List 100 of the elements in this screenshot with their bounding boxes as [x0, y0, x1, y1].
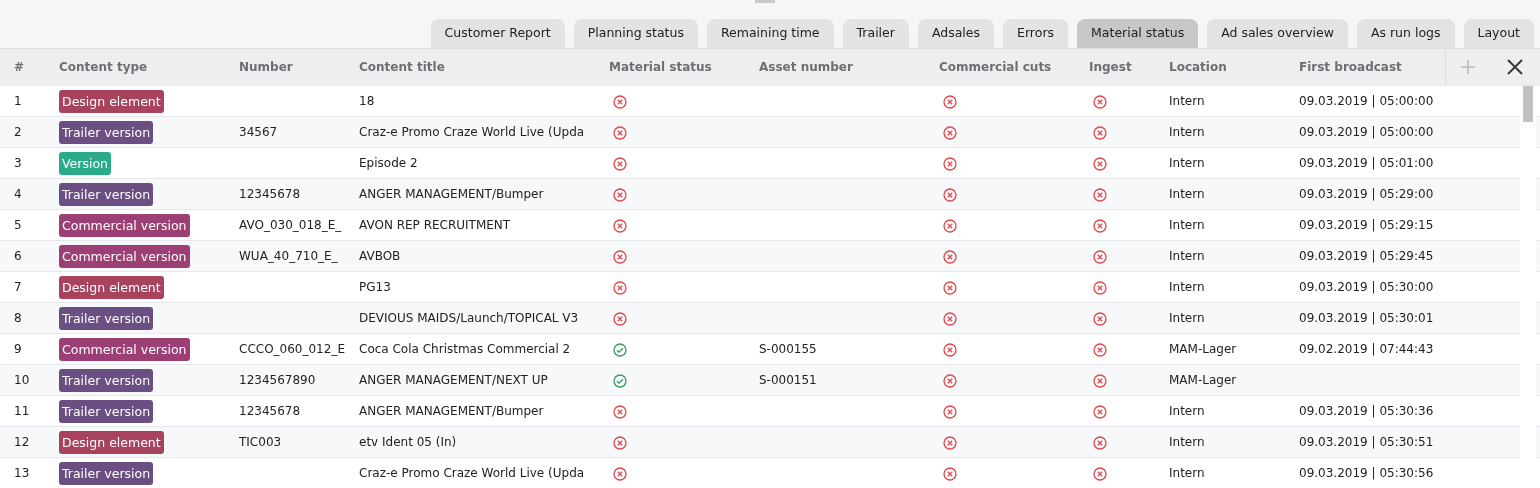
table-cell: Coca Cola Christmas Commercial 2 — [359, 342, 571, 356]
table-row[interactable]: 10 Trailer version 1234567890 ANGER MANAGEMENT/NEXT UP S-000151 MAM-Lager — [0, 364, 1540, 396]
table-cell: ANGER MANAGEMENT/Bumper — [359, 404, 544, 418]
table-cell: 09.03.2019 | 05:30:36 — [1299, 404, 1434, 418]
tab[interactable]: Adsales — [917, 19, 995, 48]
content-type-tag: Commercial version — [59, 244, 190, 268]
table-cell: Intern — [1169, 187, 1205, 201]
table-cell: ANGER MANAGEMENT/Bumper — [359, 187, 544, 201]
table-cell: 09.02.2019 | 07:44:43 — [1299, 342, 1434, 356]
content-type-tag: Design element — [59, 275, 164, 299]
table-cell: 09.03.2019 | 05:30:51 — [1299, 435, 1434, 449]
table-cell: CCCO_060_012_E — [239, 342, 345, 356]
table-cell: 6 — [14, 249, 22, 263]
add-icon — [1460, 59, 1476, 75]
table-row[interactable]: 7 Design element PG13 Intern 09.03.2019 | 05:30:00 — [0, 271, 1540, 303]
tab[interactable]: Material status — [1077, 19, 1199, 48]
tab[interactable]: Customer Report — [430, 19, 565, 48]
tab[interactable]: Trailer — [842, 19, 909, 48]
tab[interactable]: Ad sales overview — [1207, 19, 1348, 48]
content-type-tag: Trailer version — [59, 182, 154, 206]
table-cell: 8 — [14, 311, 22, 325]
content-type-tag: Trailer version — [59, 120, 154, 144]
table-cell: 10 — [14, 373, 30, 387]
content-type-tag: Trailer version — [59, 368, 154, 392]
table-cell: 12345678 — [239, 404, 301, 418]
table-cell: Craz-e Promo Craze World Live (Upda — [359, 125, 585, 139]
table-cell: Intern — [1169, 156, 1205, 170]
table-cell: AVON REP RECRUITMENT — [359, 218, 511, 232]
table-cell: 09.03.2019 | 05:29:15 — [1299, 218, 1434, 232]
table-cell: 2 — [14, 125, 22, 139]
content-type-tag: Commercial version — [59, 337, 190, 361]
table-row[interactable]: 8 Trailer version DEVIOUS MAIDS/Launch/TOPICAL V3 Intern 09.03.2019 | 05:30:01 — [0, 302, 1540, 334]
tab[interactable]: Errors — [1003, 19, 1069, 48]
table-cell: 1 — [14, 94, 22, 108]
tab[interactable]: Layout — [1463, 19, 1534, 48]
table-row[interactable]: 6 Commercial version WUA_40_710_E_ AVBOB Intern 09.03.2019 | 05:29:45 — [0, 240, 1540, 272]
table-cell: Intern — [1169, 218, 1205, 232]
content-type-tag: Version — [59, 151, 111, 175]
table-cell: 9 — [14, 342, 22, 356]
table-cell: Intern — [1169, 249, 1205, 263]
table-cell: S-000151 — [759, 373, 817, 387]
table-cell: ANGER MANAGEMENT/NEXT UP — [359, 373, 548, 387]
table-cell: DEVIOUS MAIDS/Launch/TOPICAL V3 — [359, 311, 579, 325]
table-cell: 1234567890 — [239, 373, 316, 387]
table-row[interactable]: 1 Design element 18 Intern 09.03.2019 | 05:00:00 — [0, 85, 1540, 117]
column-header[interactable]: Ingest — [1089, 60, 1132, 74]
tab[interactable]: Remaining time — [706, 19, 834, 48]
table-cell: Craz-e Promo Craze World Live (Upda — [359, 466, 585, 481]
column-header[interactable]: First broadcast — [1299, 60, 1402, 74]
table-cell: 11 — [14, 404, 30, 418]
table-cell: MAM-Lager — [1169, 373, 1237, 387]
table-cell: 09.03.2019 | 05:30:00 — [1299, 280, 1434, 294]
column-header[interactable]: Location — [1169, 60, 1227, 74]
table-cell: 09.03.2019 | 05:01:00 — [1299, 156, 1434, 170]
table-row[interactable]: 2 Trailer version 34567 Craz-e Promo Craze World Live (Upda Intern 09.03.2019 | 05:00:00 — [0, 116, 1540, 148]
table-cell: TIC003 — [239, 435, 282, 449]
table-row[interactable]: 12 Design element TIC003 etv Ident 05 (In) Intern 09.03.2019 | 05:30:51 — [0, 426, 1540, 458]
table-cell: 09.03.2019 | 05:00:00 — [1299, 94, 1434, 108]
table-row[interactable]: 4 Trailer version 12345678 ANGER MANAGEMENT/Bumper Intern 09.03.2019 | 05:29:00 — [0, 178, 1540, 210]
table-cell: Intern — [1169, 404, 1205, 418]
table-cell: MAM-Lager — [1169, 342, 1237, 356]
table-row[interactable]: 9 Commercial version CCCO_060_012_E Coca Cola Christmas Commercial 2 S-000155 MAM-Lager 09.02.2019 | 07:44:43 — [0, 333, 1540, 365]
table-cell: Intern — [1169, 466, 1205, 481]
column-header[interactable]: # — [14, 60, 25, 74]
content-type-tag: Trailer version — [59, 461, 154, 485]
table-cell: etv Ident 05 (In) — [359, 435, 457, 449]
tab[interactable]: As run logs — [1356, 19, 1455, 48]
table-cell: 12 — [14, 435, 30, 449]
table-cell: 09.03.2019 | 05:29:00 — [1299, 187, 1434, 201]
table-cell: 09.03.2019 | 05:30:56 — [1299, 466, 1434, 481]
tab[interactable]: Planning status — [573, 19, 698, 48]
column-header[interactable]: Content type — [59, 60, 148, 74]
table-cell: Intern — [1169, 311, 1205, 325]
table-cell: 13 — [14, 466, 30, 481]
table-cell: PG13 — [359, 280, 391, 294]
column-header[interactable]: Material status — [609, 60, 712, 74]
table-cell: Intern — [1169, 125, 1205, 139]
table-row[interactable]: 5 Commercial version AVO_030_018_E_ AVON REP RECRUITMENT Intern 09.03.2019 | 05:29:15 — [0, 209, 1540, 241]
column-header[interactable]: Asset number — [759, 60, 853, 74]
close-icon — [1506, 58, 1524, 76]
scrollbar[interactable] — [1520, 86, 1536, 488]
column-header[interactable]: Commercial cuts — [939, 60, 1052, 74]
table-cell: 09.03.2019 | 05:29:45 — [1299, 249, 1434, 263]
table-cell: Intern — [1169, 435, 1205, 449]
table-cell: AVO_030_018_E_ — [239, 218, 342, 232]
drag-handle[interactable] — [755, 0, 775, 3]
column-header[interactable]: Content title — [359, 60, 445, 74]
scrollbar-thumb[interactable] — [1523, 86, 1533, 122]
table-row[interactable]: 11 Trailer version 12345678 ANGER MANAGEMENT/Bumper Intern 09.03.2019 | 05:30:36 — [0, 395, 1540, 427]
table-row[interactable]: 13 Trailer version Craz-e Promo Craze World Live (Upda Intern 09.03.2019 | 05:30:56 — [0, 457, 1540, 488]
table-cell: 12345678 — [239, 187, 301, 201]
column-header[interactable]: Number — [239, 60, 293, 74]
table-cell: 3 — [14, 156, 22, 170]
table-row[interactable]: 3 Version Episode 2 Intern 09.03.2019 | 05:01:00 — [0, 147, 1540, 179]
content-type-tag: Design element — [59, 430, 164, 454]
content-type-tag: Commercial version — [59, 213, 190, 237]
table-cell: S-000155 — [759, 342, 817, 356]
table-cell: 34567 — [239, 125, 278, 139]
table-cell: 09.03.2019 | 05:30:01 — [1299, 311, 1434, 325]
table-cell: 7 — [14, 280, 22, 294]
